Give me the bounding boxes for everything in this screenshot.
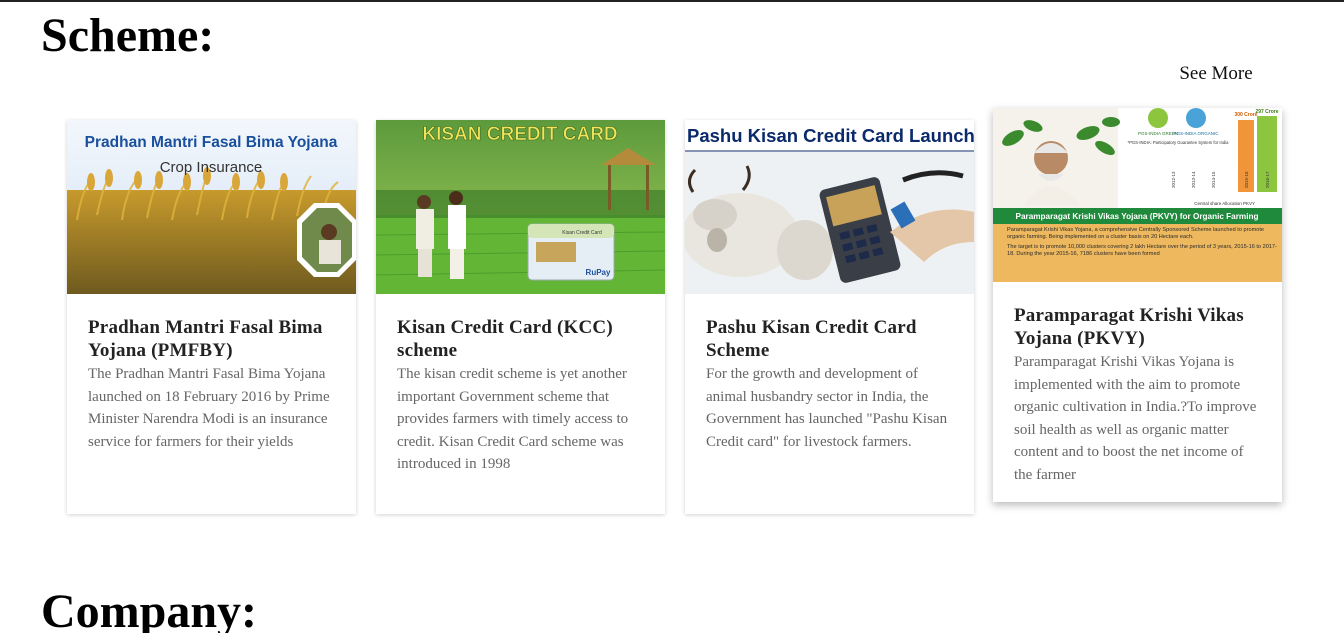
company-heading: Company: <box>41 585 258 633</box>
pkvy-year-3: 2014-15 <box>1211 171 1216 188</box>
scheme-card-pkvy[interactable]: PGS-INDIA GREEN PGS-INDIA ORGANIC *PGS-I… <box>993 108 1282 502</box>
pkvy-bullet-1: Paramparagat Krishi Vikas Yojana, a comp… <box>1007 227 1265 240</box>
scheme-card-kcc[interactable]: KISAN CREDIT CARD Kisan Credit Card RuPa… <box>376 120 665 514</box>
kcc-image: KISAN CREDIT CARD Kisan Credit Card RuPa… <box>376 120 665 294</box>
pmfby-image: Pradhan Mantri Fasal Bima Yojana Crop In… <box>67 120 356 294</box>
pkvy-year-1: 2012-13 <box>1171 171 1176 188</box>
card-description: The Pradhan Mantri Fasal Bima Yojana lau… <box>88 366 330 450</box>
pkvy-year-2: 2013-14 <box>1191 171 1196 188</box>
pkvy-year-5: 2016-17 <box>1265 171 1270 188</box>
card-title: Paramparagat Krishi Vikas Yojana (PKVY) <box>1014 305 1244 349</box>
kcc-image-banner: KISAN CREDIT CARD <box>422 124 617 145</box>
pkvy-bar-value-1: 300 Crore <box>1234 112 1257 118</box>
pmfby-image-subtitle: Crop Insurance <box>160 159 263 176</box>
scheme-card-pmfby[interactable]: Pradhan Mantri Fasal Bima Yojana Crop In… <box>67 120 356 514</box>
kcc-card-brand: RuPay <box>586 268 611 277</box>
card-title: Pradhan Mantri Fasal Bima Yojana (PMFBY) <box>88 317 323 361</box>
card-description: The kisan credit scheme is yet another i… <box>397 366 629 472</box>
pkvy-allocation-label: Central share Allocation PKVY <box>1194 201 1255 206</box>
card-description: Paramparagat Krishi Vikas Yojana is impl… <box>1014 354 1257 483</box>
pkvy-logo-green: PGS-INDIA GREEN <box>1138 131 1178 136</box>
pkvy-bullet-2: The target is to promote 10,000 clusters… <box>1007 244 1277 257</box>
card-description: For the growth and development of animal… <box>706 366 948 450</box>
kcc-card-label: Kisan Credit Card <box>562 230 602 236</box>
card-title: Pashu Kisan Credit Card Scheme <box>706 317 917 361</box>
card-title: Kisan Credit Card (KCC) scheme <box>397 317 613 361</box>
pashu-kcc-image: Pashu Kisan Credit Card Launched <box>685 120 974 294</box>
scheme-heading: Scheme: <box>41 9 215 62</box>
pkvy-band-text: Paramparagat Krishi Vikas Yojana (PKVY) … <box>1016 212 1259 221</box>
pashu-kcc-banner: Pashu Kisan Credit Card Launched <box>687 125 974 146</box>
see-more-button[interactable]: See More <box>1168 60 1264 88</box>
pkvy-image: PGS-INDIA GREEN PGS-INDIA ORGANIC *PGS-I… <box>993 108 1282 282</box>
pkvy-year-4: 2015-16 <box>1244 171 1249 188</box>
pkvy-logo-organic: PGS-INDIA ORGANIC <box>1173 131 1219 136</box>
pkvy-logo-caption: *PGS-INDIA: Participatory Guarantee Syst… <box>1127 140 1229 145</box>
scheme-card-pashu-kcc[interactable]: Pashu Kisan Credit Card Launched Pashu K… <box>685 120 974 514</box>
top-border <box>0 0 1344 2</box>
pmfby-image-title: Pradhan Mantri Fasal Bima Yojana <box>85 134 338 151</box>
pkvy-bar-value-2: 297 Crore <box>1255 109 1278 115</box>
